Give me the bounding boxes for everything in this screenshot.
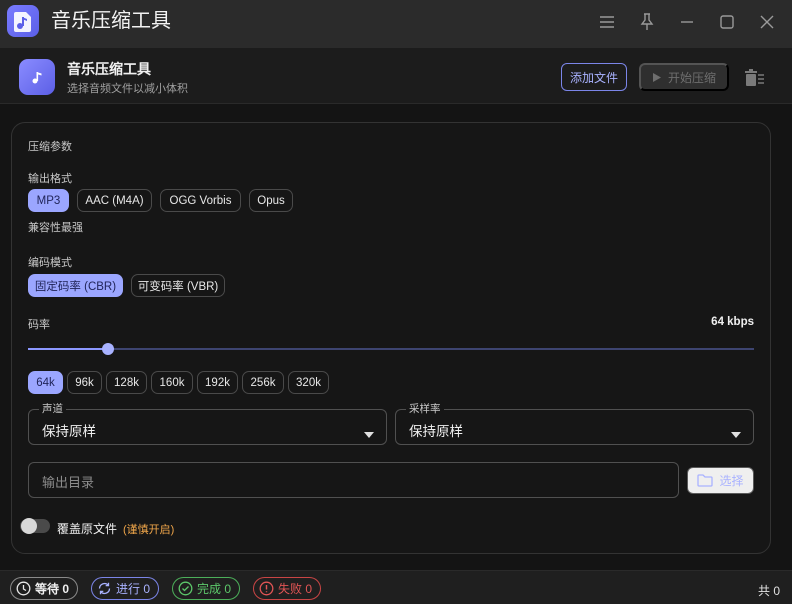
status-running-label: 进行 0 <box>116 582 151 596</box>
header-title: 音乐压缩工具 <box>67 61 151 77</box>
app-logo-icon <box>7 5 39 37</box>
mode-chip-cbr[interactable]: 固定码率 (CBR) <box>28 274 123 297</box>
folder-icon <box>697 474 714 487</box>
status-failed-label: 失败 0 <box>278 582 313 596</box>
play-icon <box>652 72 661 82</box>
channel-value: 保持原样 <box>42 424 96 439</box>
error-circle-icon <box>259 581 274 596</box>
music-note-icon <box>19 59 55 95</box>
bitrate-preset-64k[interactable]: 64k <box>28 371 63 394</box>
bitrate-slider-fill <box>28 348 108 350</box>
menu-icon[interactable] <box>595 10 619 34</box>
bitrate-preset-128k[interactable]: 128k <box>106 371 147 394</box>
maximize-icon[interactable] <box>715 10 739 34</box>
status-done-label: 完成 0 <box>197 582 232 596</box>
bitrate-preset-96k[interactable]: 96k <box>67 371 102 394</box>
check-circle-icon <box>178 581 193 596</box>
format-chip-mp3[interactable]: MP3 <box>28 189 69 212</box>
mode-chip-vbr[interactable]: 可变码率 (VBR) <box>131 274 225 297</box>
overwrite-label: 覆盖原文件 <box>57 522 118 536</box>
overwrite-toggle-knob <box>21 518 37 534</box>
output-dir-input[interactable] <box>28 462 679 498</box>
format-label: 输出格式 <box>28 173 72 185</box>
status-done: 完成 0 <box>172 577 241 600</box>
window-title: 音乐压缩工具 <box>51 10 171 32</box>
pin-icon[interactable] <box>635 10 659 34</box>
bitrate-preset-256k[interactable]: 256k <box>242 371 284 394</box>
clock-icon <box>16 581 31 596</box>
chevron-down-icon <box>364 425 374 443</box>
sample-rate-label: 采样率 <box>406 401 444 416</box>
choose-dir-label: 选择 <box>719 474 744 488</box>
section-title: 压缩参数 <box>28 141 72 153</box>
status-waiting-label: 等待 0 <box>35 582 70 596</box>
bitrate-preset-160k[interactable]: 160k <box>151 371 193 394</box>
format-chip-ogg[interactable]: OGG Vorbis <box>160 189 241 212</box>
sample-rate-value: 保持原样 <box>409 424 463 439</box>
bitrate-preset-320k[interactable]: 320k <box>288 371 329 394</box>
status-failed: 失败 0 <box>253 577 322 600</box>
add-file-button[interactable]: 添加文件 <box>561 63 627 91</box>
header-subtitle: 选择音频文件以减小体积 <box>67 83 188 95</box>
format-chip-aac[interactable]: AAC (M4A) <box>77 189 152 212</box>
mode-label: 编码模式 <box>28 257 72 269</box>
format-hint: 兼容性最强 <box>28 222 83 234</box>
start-compress-button[interactable]: 开始压缩 <box>639 63 729 91</box>
output-dir-placeholder: 输出目录 <box>42 475 95 490</box>
close-icon[interactable] <box>755 10 779 34</box>
choose-dir-button[interactable]: 选择 <box>687 467 754 494</box>
chevron-down-icon <box>731 425 741 443</box>
status-running: 进行 0 <box>91 577 160 600</box>
format-chip-opus[interactable]: Opus <box>249 189 293 212</box>
clear-list-icon[interactable] <box>744 66 766 88</box>
overwrite-warning: (谨慎开启) <box>123 524 175 536</box>
channel-label: 声道 <box>39 401 66 416</box>
bitrate-preset-192k[interactable]: 192k <box>197 371 238 394</box>
status-waiting: 等待 0 <box>10 577 79 600</box>
start-compress-label: 开始压缩 <box>667 70 716 85</box>
sync-icon <box>98 582 111 595</box>
bitrate-label: 码率 <box>28 319 50 331</box>
minimize-icon[interactable] <box>675 10 699 34</box>
bitrate-slider-track[interactable] <box>28 348 754 350</box>
bitrate-value: 64 kbps <box>711 316 754 328</box>
status-total: 共 0 <box>757 584 780 598</box>
bitrate-slider-thumb[interactable] <box>101 343 114 355</box>
